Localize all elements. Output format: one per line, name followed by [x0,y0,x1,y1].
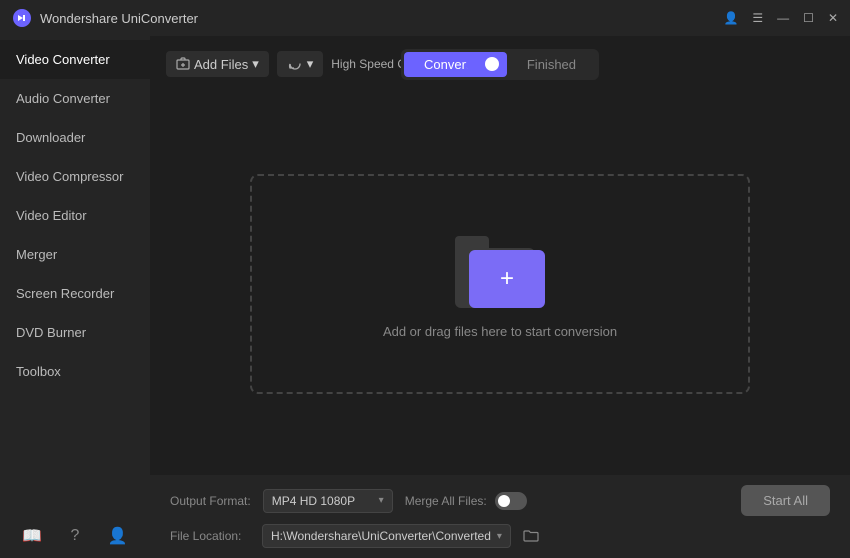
output-format-select[interactable]: MP4 HD 1080P ▾ [263,489,393,513]
file-path-select[interactable]: H:\Wondershare\UniConverter\Converted ▾ [262,524,511,548]
speed-toggle-switch[interactable] [466,54,502,74]
drop-zone[interactable]: + Add or drag files here to start conver… [250,174,750,394]
drop-zone-text: Add or drag files here to start conversi… [383,324,617,339]
footer-row-location: File Location: H:\Wondershare\UniConvert… [170,524,830,548]
plus-icon: + [500,267,514,291]
file-path-value: H:\Wondershare\UniConverter\Converted [271,529,491,543]
content-area: Add Files ▾ ▾ Converting Finished [150,36,850,558]
refresh-button[interactable]: ▾ [277,51,324,77]
title-bar-left: Wondershare UniConverter [12,8,198,28]
sidebar-item-dvd-burner[interactable]: DVD Burner [0,313,150,352]
file-path-chevron: ▾ [497,531,502,542]
add-files-button[interactable]: Add Files ▾ [166,51,269,77]
sidebar-item-toolbox[interactable]: Toolbox [0,352,150,391]
file-location-label: File Location: [170,529,250,543]
sidebar-item-video-converter[interactable]: Video Converter [0,40,150,79]
add-files-label: Add Files [194,57,248,72]
folder-front: + [469,250,545,308]
help-icon[interactable]: ? [71,527,80,545]
output-format-label: Output Format: [170,494,251,508]
menu-icon[interactable]: ☰ [752,12,763,24]
main-layout: Video Converter Audio Converter Download… [0,36,850,558]
start-all-button[interactable]: Start All [741,485,830,516]
account-icon[interactable]: 👤 [723,12,738,24]
app-logo-icon [12,8,32,28]
sidebar-bottom: 📖 ? 👤 [0,514,150,558]
merge-toggle-switch[interactable] [495,492,527,510]
sidebar-item-merger[interactable]: Merger [0,235,150,274]
footer: Output Format: MP4 HD 1080P ▾ Merge All … [150,475,850,558]
refresh-chevron: ▾ [307,56,314,72]
add-files-chevron: ▾ [252,56,259,72]
book-icon[interactable]: 📖 [22,526,42,546]
title-bar: Wondershare UniConverter 👤 ☰ — ☐ ✕ [0,0,850,36]
footer-row-format: Output Format: MP4 HD 1080P ▾ Merge All … [170,485,830,516]
sidebar-item-video-compressor[interactable]: Video Compressor [0,157,150,196]
merge-label: Merge All Files: [405,492,527,510]
sidebar-item-audio-converter[interactable]: Audio Converter [0,79,150,118]
user-icon[interactable]: 👤 [108,526,128,546]
open-folder-icon [523,528,539,542]
toolbar: Add Files ▾ ▾ Converting Finished [150,36,518,92]
open-folder-button[interactable] [523,528,539,545]
refresh-icon [287,56,303,72]
app-name: Wondershare UniConverter [40,11,198,26]
sidebar: Video Converter Audio Converter Download… [0,36,150,558]
minimize-button[interactable]: — [777,12,789,24]
sidebar-item-screen-recorder[interactable]: Screen Recorder [0,274,150,313]
close-button[interactable]: ✕ [828,12,838,24]
title-bar-controls: 👤 ☰ — ☐ ✕ [723,12,838,24]
folder-icon: + [455,228,545,308]
add-files-icon [176,57,190,71]
drop-zone-container: + Add or drag files here to start conver… [150,92,850,475]
toolbar-wrapper: Add Files ▾ ▾ Converting Finished [150,36,850,92]
output-format-chevron: ▾ [379,495,384,506]
output-format-value: MP4 HD 1080P [272,494,355,508]
sidebar-item-downloader[interactable]: Downloader [0,118,150,157]
sidebar-item-video-editor[interactable]: Video Editor [0,196,150,235]
restore-button[interactable]: ☐ [803,12,814,24]
tab-finished[interactable]: Finished [507,52,596,77]
